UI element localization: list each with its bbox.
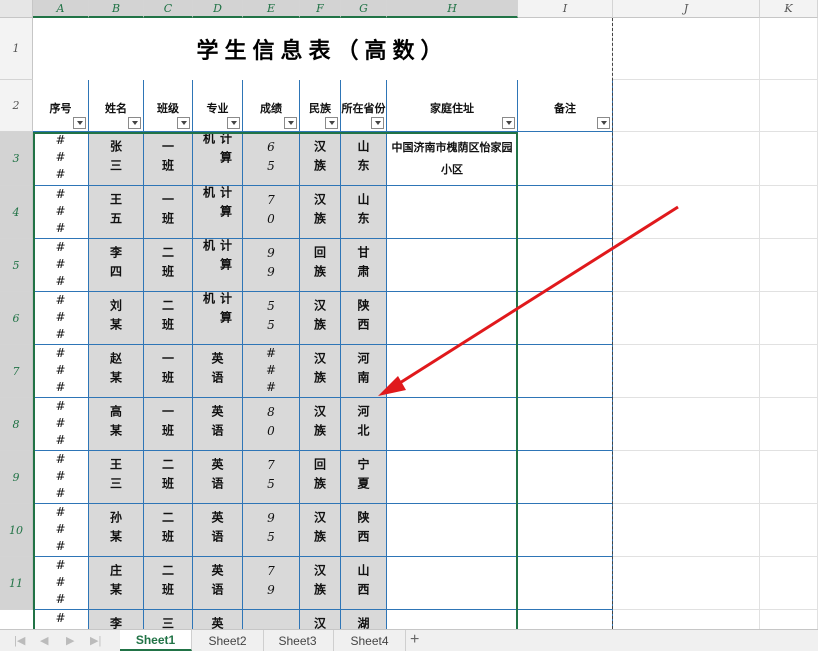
sheet-tab-sheet3[interactable]: Sheet3 xyxy=(262,630,334,651)
arrow-head xyxy=(378,376,406,396)
spreadsheet-grid[interactable]: ABCDEFGHIJKL 1234567891011 学生信息表（高数）序号姓名… xyxy=(0,0,818,629)
next-sheet-nav-icon[interactable]: ▶ xyxy=(66,634,74,647)
last-sheet-nav-icon[interactable]: ▶| xyxy=(90,634,101,647)
add-sheet-button[interactable]: + xyxy=(410,631,419,649)
sheet-tab-sheet2[interactable]: Sheet2 xyxy=(192,630,264,651)
red-arrow-annotation xyxy=(378,205,679,396)
prev-sheet-nav-icon[interactable]: ◀ xyxy=(40,634,48,647)
first-sheet-nav-icon[interactable]: |◀ xyxy=(14,634,25,647)
sheet-tab-sheet4[interactable]: Sheet4 xyxy=(334,630,406,651)
arrow-shaft xyxy=(394,205,679,388)
sheet-tab-bar: |◀ ◀ ▶ ▶| Sheet1 Sheet2 Sheet3 Sheet4 + xyxy=(0,629,818,651)
sheet-tab-sheet1[interactable]: Sheet1 xyxy=(120,630,192,651)
